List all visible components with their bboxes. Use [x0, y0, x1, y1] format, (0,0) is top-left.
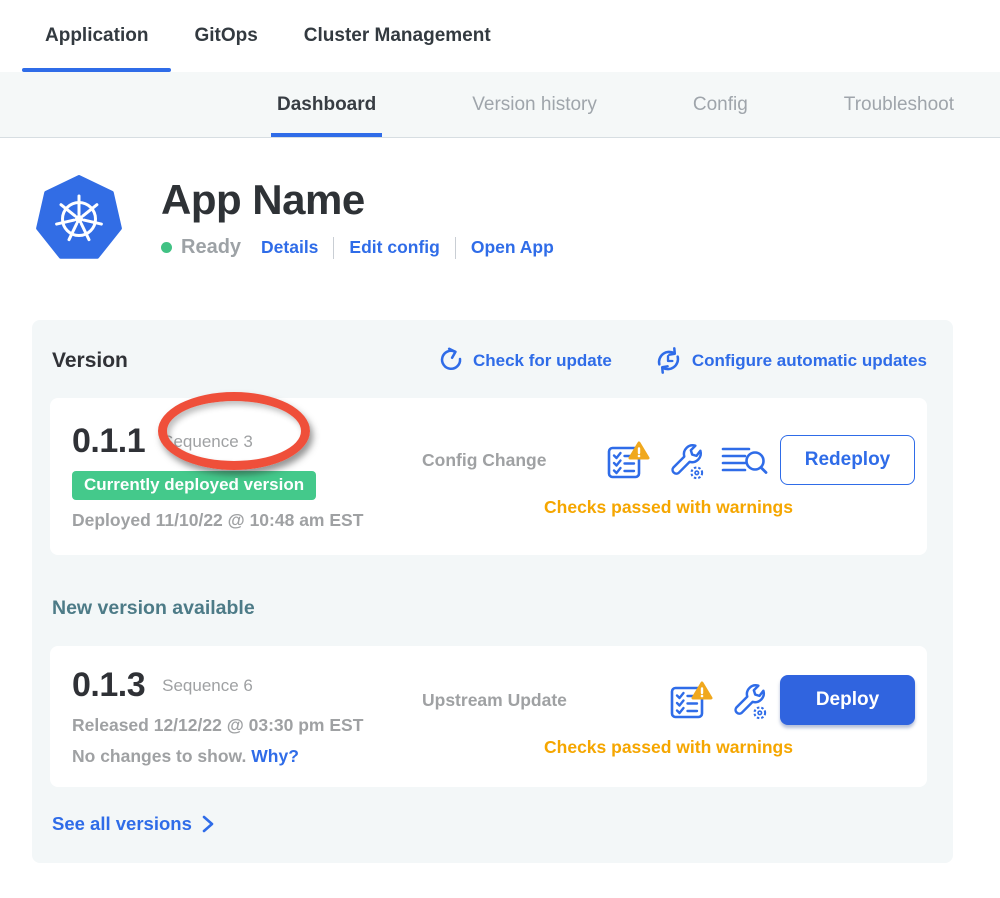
config-wrench-icon[interactable]: [666, 441, 705, 480]
view-files-search-icon[interactable]: [721, 442, 768, 479]
deploy-button[interactable]: Deploy: [780, 675, 915, 725]
configure-automatic-updates-label: Configure automatic updates: [692, 351, 927, 371]
page-title: App Name: [161, 177, 554, 223]
tab-cluster-management[interactable]: Cluster Management: [281, 0, 514, 72]
no-changes-text: No changes to show.: [72, 746, 246, 766]
details-link[interactable]: Details: [261, 237, 318, 258]
tab-application-label: Application: [45, 25, 148, 47]
tab-troubleshoot-label: Troubleshoot: [844, 94, 954, 116]
open-app-link[interactable]: Open App: [471, 237, 554, 258]
chevron-right-icon: [201, 815, 214, 833]
see-all-versions-label: See all versions: [52, 813, 192, 835]
tab-gitops[interactable]: GitOps: [171, 0, 280, 72]
tab-config[interactable]: Config: [693, 72, 748, 137]
version-card: Version Check for update Configure autom…: [32, 320, 953, 863]
tab-cluster-management-label: Cluster Management: [304, 25, 491, 47]
status-badge: Ready: [181, 236, 241, 259]
config-wrench-icon[interactable]: [729, 681, 768, 720]
auto-update-clock-icon: [654, 346, 683, 375]
see-all-versions-link[interactable]: See all versions: [50, 813, 927, 835]
tab-dashboard[interactable]: Dashboard: [277, 72, 376, 137]
tab-gitops-label: GitOps: [194, 25, 257, 47]
redeploy-button[interactable]: Redeploy: [780, 435, 915, 485]
configure-automatic-updates-link[interactable]: Configure automatic updates: [654, 346, 927, 375]
tab-version-history-label: Version history: [472, 94, 597, 116]
new-version-box: 0.1.3 Sequence 6 Released 12/12/22 @ 03:…: [50, 646, 927, 787]
sub-nav: Dashboard Version history Config Trouble…: [0, 72, 1000, 138]
status-dot-icon: [161, 242, 172, 253]
current-version-box: 0.1.1 Sequence 3 Currently deployed vers…: [50, 398, 927, 555]
check-for-update-link[interactable]: Check for update: [437, 347, 612, 374]
divider: [455, 237, 456, 259]
app-status-row: Ready Details Edit config Open App: [161, 236, 554, 259]
refresh-icon: [437, 347, 464, 374]
new-sequence-label: Sequence 6: [162, 676, 253, 696]
current-version-number: 0.1.1: [72, 422, 145, 461]
current-checks-status: Checks passed with warnings: [422, 497, 915, 518]
preflight-checks-icon[interactable]: [606, 440, 650, 481]
tab-dashboard-label: Dashboard: [277, 94, 376, 116]
divider: [333, 237, 334, 259]
new-checks-status: Checks passed with warnings: [422, 737, 915, 758]
app-header: App Name Ready Details Edit config Open …: [35, 175, 1000, 263]
current-source-label: Config Change: [422, 450, 546, 471]
new-version-number: 0.1.3: [72, 666, 145, 705]
kubernetes-logo-icon: [35, 175, 123, 263]
currently-deployed-badge: Currently deployed version: [72, 471, 316, 500]
released-timestamp: Released 12/12/22 @ 03:30 pm EST: [72, 715, 422, 736]
tab-troubleshoot[interactable]: Troubleshoot: [844, 72, 954, 137]
new-version-heading: New version available: [50, 597, 927, 620]
check-for-update-label: Check for update: [473, 351, 612, 371]
edit-config-link[interactable]: Edit config: [349, 237, 439, 258]
current-sequence-label: Sequence 3: [162, 432, 253, 452]
top-nav: Application GitOps Cluster Management: [0, 0, 1000, 72]
version-card-title: Version: [52, 349, 128, 373]
tab-application[interactable]: Application: [22, 0, 171, 72]
tab-config-label: Config: [693, 94, 748, 116]
tab-version-history[interactable]: Version history: [472, 72, 597, 137]
new-source-label: Upstream Update: [422, 690, 567, 711]
preflight-checks-icon[interactable]: [669, 680, 713, 721]
deployed-timestamp: Deployed 11/10/22 @ 10:48 am EST: [72, 510, 422, 531]
why-link[interactable]: Why?: [251, 746, 299, 766]
